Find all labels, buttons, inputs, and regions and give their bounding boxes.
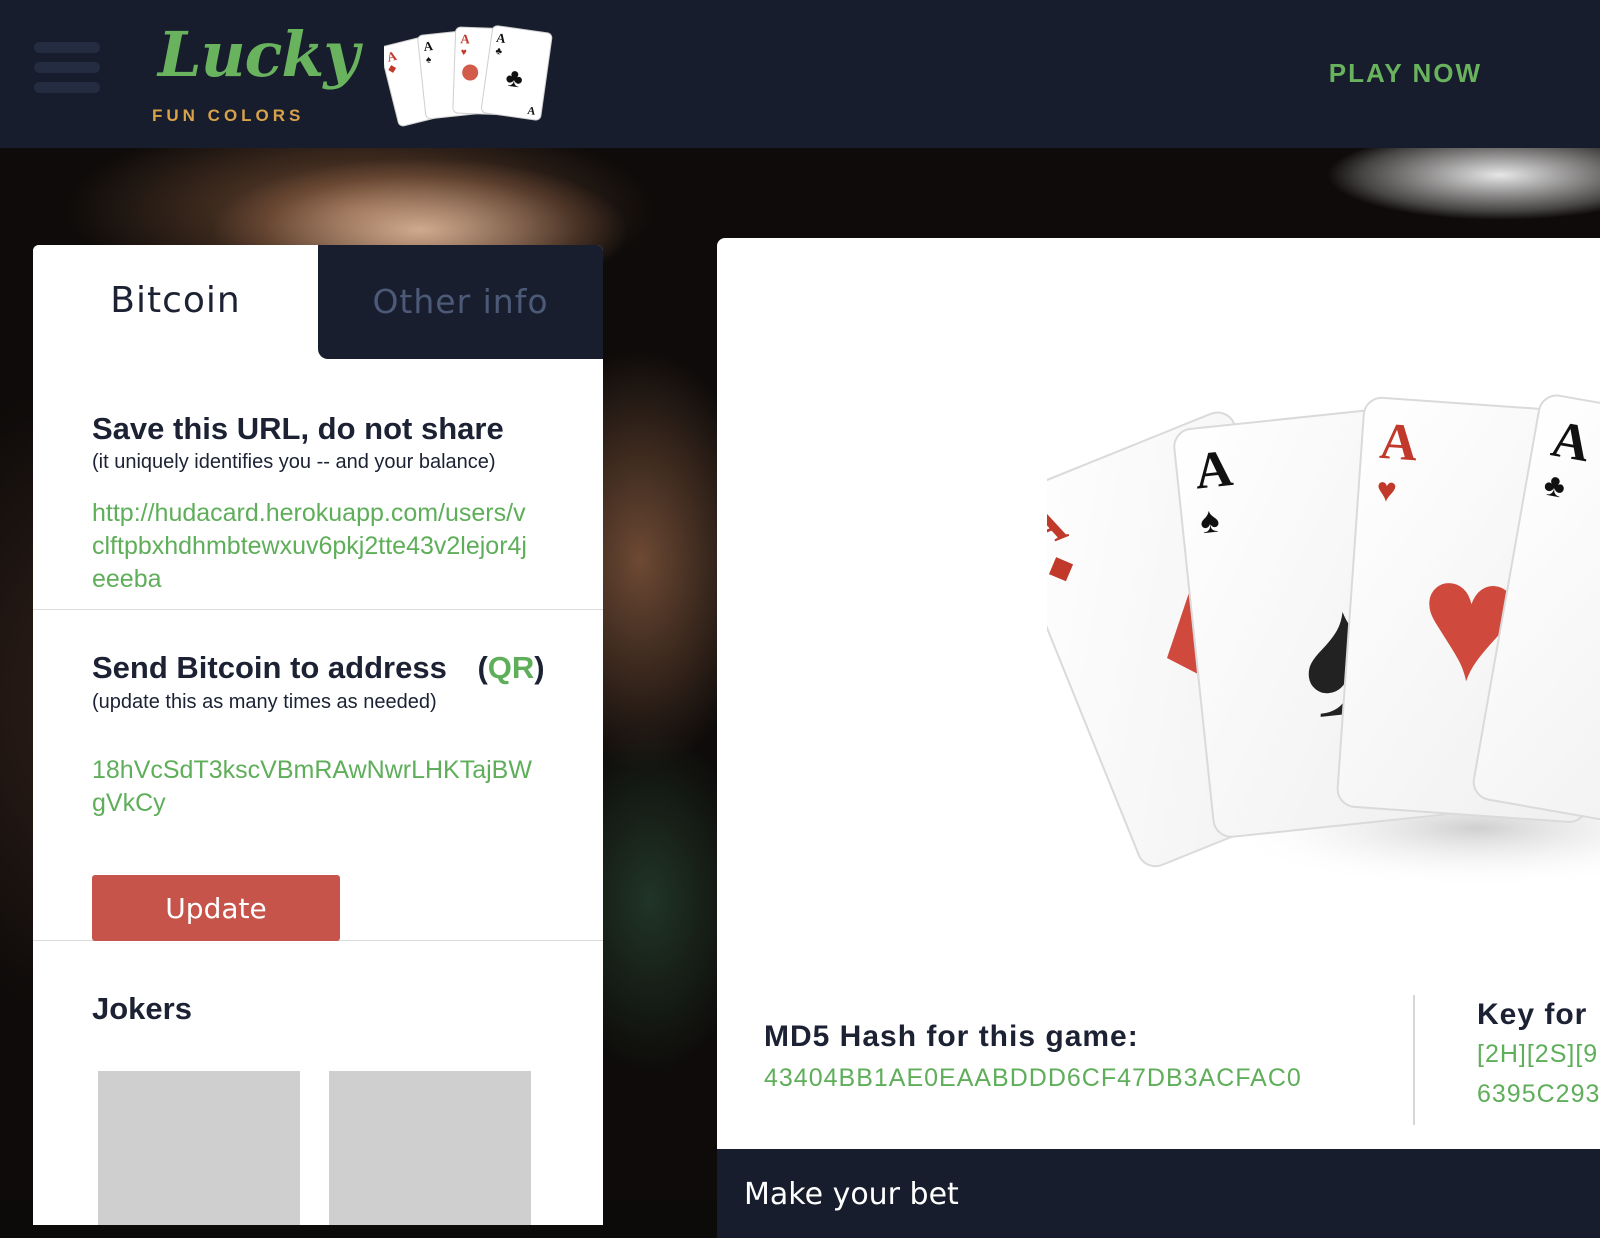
- game-panel: A A ♠ ♠ A ♥ ♥ A ♣ MD5 Hash for this game…: [717, 238, 1600, 1238]
- logo[interactable]: Lucky FUN COLORS: [150, 10, 360, 140]
- top-header: Lucky FUN COLORS A A ♠ A ♥ A ♣ ♣ A PLAY …: [0, 0, 1600, 148]
- game-key-block: Key for [2H][2S][9 6395C293: [1477, 998, 1600, 1112]
- send-bitcoin-title: Send Bitcoin to address (QR): [92, 650, 545, 686]
- svg-text:♥: ♥: [461, 47, 467, 58]
- hamburger-menu-icon[interactable]: [34, 42, 100, 102]
- user-url-link[interactable]: http://hudacard.herokuapp.com/users/vclf…: [92, 497, 532, 596]
- save-url-section: Save this URL, do not share (it uniquely…: [33, 359, 603, 610]
- make-bet-label: Make your bet: [744, 1177, 959, 1212]
- qr-paren-open: (: [477, 650, 488, 685]
- md5-hash-label: MD5 Hash for this game:: [764, 1020, 1139, 1053]
- svg-text:♥: ♥: [1375, 471, 1398, 510]
- svg-text:A: A: [1378, 413, 1420, 473]
- tab-bitcoin[interactable]: Bitcoin: [33, 245, 318, 359]
- tab-bar: Bitcoin Other info: [33, 245, 603, 359]
- qr-paren-close: ): [534, 650, 545, 685]
- joker-slot[interactable]: [98, 1071, 300, 1225]
- update-button[interactable]: Update: [92, 875, 340, 941]
- account-panel: Bitcoin Other info Save this URL, do not…: [33, 245, 603, 1225]
- key-value-line2: 6395C293: [1477, 1080, 1600, 1108]
- bitcoin-address[interactable]: 18hVcSdT3kscVBmRAwNwrLHKTajBWgVkCy: [92, 754, 532, 820]
- four-aces-cards-illustration: A A ♠ ♠ A ♥ ♥ A ♣: [1047, 394, 1600, 888]
- save-url-subtitle: (it uniquely identifies you -- and your …: [92, 451, 496, 473]
- send-bitcoin-title-text: Send Bitcoin to address: [92, 650, 447, 685]
- key-value-line1: [2H][2S][9: [1477, 1040, 1599, 1068]
- svg-text:A: A: [1192, 440, 1236, 501]
- logo-tagline: FUN COLORS: [152, 106, 305, 125]
- logo-wordmark: Lucky: [158, 18, 359, 91]
- game-hash-block: MD5 Hash for this game: 43404BB1AE0EAABD…: [764, 1020, 1302, 1093]
- key-label: Key for: [1477, 998, 1588, 1031]
- jokers-title: Jokers: [92, 991, 192, 1026]
- tab-other-info[interactable]: Other info: [318, 245, 603, 359]
- send-bitcoin-section: Send Bitcoin to address (QR) (update thi…: [33, 610, 603, 941]
- md5-hash-value: 43404BB1AE0EAABDDD6CF47DB3ACFAC0: [764, 1064, 1302, 1092]
- jokers-section: Jokers: [33, 941, 603, 1225]
- hash-divider: [1413, 995, 1415, 1125]
- four-aces-cards-icon: A A ♠ A ♥ A ♣ ♣ A: [384, 25, 553, 127]
- play-now-link[interactable]: PLAY NOW: [1329, 58, 1482, 89]
- send-bitcoin-subtitle: (update this as many times as needed): [92, 691, 437, 713]
- svg-text:A: A: [460, 31, 471, 46]
- joker-slot[interactable]: [329, 1071, 531, 1225]
- make-bet-bar[interactable]: Make your bet: [717, 1149, 1600, 1238]
- save-url-title: Save this URL, do not share: [92, 411, 504, 446]
- qr-link[interactable]: QR: [488, 650, 535, 685]
